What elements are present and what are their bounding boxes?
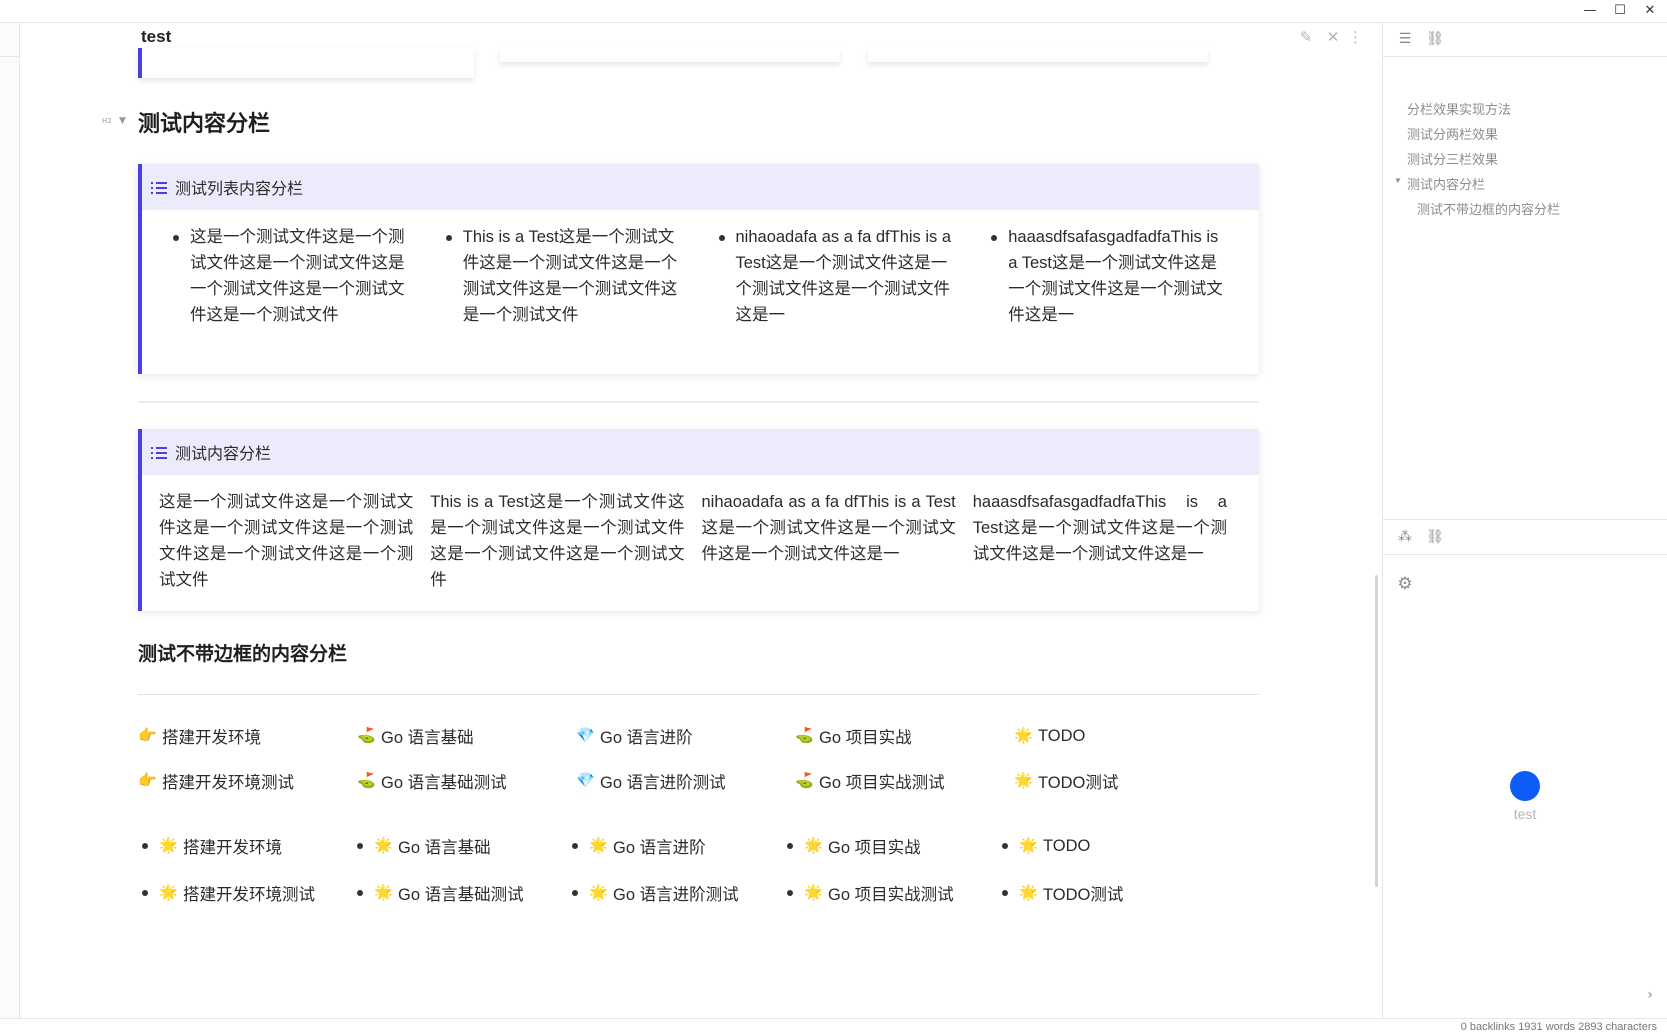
callout-list-columns: 测试列表内容分栏 这是一个测试文件这是一个测试文件这是一个测试文件这是一个测试文… [138,164,1259,374]
grid-item: 🌟 TODO [1014,726,1086,745]
content-column: 这是一个测试文件这是一个测试文件这是一个测试文件这是一个测试文件这是一个测试文件… [159,493,414,589]
gem-icon: 💎 [576,772,595,789]
grid-item: 👉 搭建开发环境测试 [138,772,294,792]
gear-icon[interactable]: ⚙ [1396,575,1414,593]
bullet-columns-row: 🌟 搭建开发环境 🌟 Go 语言基础 🌟 Go 语言进阶 🌟 Go 项目实战 🌟 TODO [138,834,1213,858]
star-icon: 🌟 [374,837,393,854]
golf-flag-icon: ⛳ [357,727,376,744]
list-item: 这是一个测试文件这是一个测试文件这是一个测试文件这是一个测试文件这是一个测试文件… [156,224,429,328]
outline-item[interactable]: 测试分三栏效果 [1407,149,1498,168]
minimize-button[interactable]: — [1578,2,1602,20]
callout-header[interactable]: 测试列表内容分栏 [142,164,1259,210]
list-item: 🌟 Go 语言基础 [353,834,568,858]
link-icon[interactable]: ⛓ [1426,528,1444,546]
close-window-button[interactable]: ✕ [1638,2,1662,20]
left-ribbon-tab[interactable] [0,23,20,57]
list-item: 🌟 TODO [998,834,1213,858]
list-item: haaasdfsafasgadfadfaThis is a Test这是一个测试… [974,224,1247,328]
graph-node[interactable] [1510,771,1540,801]
outline-icon[interactable]: ☰ [1396,30,1414,48]
grid-item: 👉 搭建开发环境 [138,727,261,747]
horizontal-rule [138,694,1259,695]
golf-flag-icon: ⛳ [795,727,814,744]
grid-item: ⛳ Go 项目实战测试 [795,772,945,792]
content-column: This is a Test这是一个测试文件这是一个测试文件这是一个测试文件这是… [430,493,685,589]
grid-item: ⛳ Go 语言基础 [357,727,474,747]
callout-header[interactable]: 测试内容分栏 [142,429,1259,475]
previous-callout-bottom [138,48,474,78]
chevron-right-icon[interactable]: › [1641,986,1659,1004]
outline-item[interactable]: 测试不带边框的内容分栏 [1417,199,1560,218]
star-icon: 🌟 [589,837,608,854]
horizontal-rule [138,401,1259,403]
star-icon: 🌟 [374,884,393,901]
content-column: haaasdfsafasgadfadfaThis is a Test这是一个测试… [972,493,1227,563]
unlinked-mentions-icon[interactable]: ⛓ [1426,30,1444,48]
fold-toggle-icon[interactable]: ▼ [119,116,126,126]
grid-item: 💎 Go 语言进阶测试 [576,772,726,792]
list-item: 🌟 TODO测试 [998,881,1213,905]
content-column: nihaoadafa as a fa dfThis is a Test这是一个测… [701,493,956,563]
right-sidebar: ☰ ⛓ 分栏效果实现方法 测试分两栏效果 测试分三栏效果 ▼ 测试内容分栏 测试… [1382,23,1667,1018]
previous-card-bottom [868,48,1208,62]
star-icon: 🌟 [159,837,178,854]
list-item: 🌟 Go 语言进阶测试 [568,881,783,905]
bullet-columns-row: 🌟 搭建开发环境测试 🌟 Go 语言基础测试 🌟 Go 语言进阶测试 🌟 Go 项目实战… [138,881,1213,905]
star-icon: 🌟 [1019,884,1038,901]
list-item: nihaoadafa as a fa dfThis is a Test这是一个测… [702,224,975,328]
left-ribbon [0,23,20,1018]
callout-title: 测试列表内容分栏 [175,181,304,198]
outline-item[interactable]: 分栏效果实现方法 [1407,99,1511,118]
maximize-button[interactable]: ☐ [1608,2,1632,20]
borderless-columns-row: 👉 搭建开发环境 ⛳ Go 语言基础 💎 Go 语言进阶 ⛳ Go 项目实战 🌟 TODO [138,724,1233,748]
graph-node-label: test [1513,806,1537,822]
outline-item[interactable]: 测试内容分栏 [1407,174,1485,193]
callout-title: 测试内容分栏 [175,446,272,463]
window-title-bar: — ☐ ✕ [0,0,1667,23]
previous-card-bottom [500,48,840,62]
close-icon[interactable]: ✕ [1324,28,1342,46]
star-icon: 🌟 [1014,727,1033,744]
star-icon: 🌟 [804,884,823,901]
list-item: 🌟 Go 项目实战 [783,834,998,858]
list-item: This is a Test这是一个测试文件这是一个测试文件这是一个测试文件这是… [429,224,702,328]
grid-item: 💎 Go 语言进阶 [576,727,693,747]
pointing-hand-icon: 👉 [138,772,157,789]
list-item: 🌟 Go 项目实战测试 [783,881,998,905]
status-counts: 0 backlinks 1931 words 2893 characters [1460,1021,1657,1033]
collapse-triangle-icon[interactable]: ▼ [1394,176,1402,185]
editor-scrollbar[interactable] [1375,575,1378,887]
sidebar-tab-bar: ☰ ⛓ [1383,23,1667,57]
star-icon: 🌟 [589,884,608,901]
borderless-columns-row: 👉 搭建开发环境测试 ⛳ Go 语言基础测试 💎 Go 语言进阶测试 ⛳ Go 项目实战… [138,769,1233,793]
list-icon [151,444,167,460]
star-icon: 🌟 [1014,772,1033,789]
status-bar: 0 backlinks 1931 words 2893 characters [0,1018,1667,1033]
pointing-hand-icon: 👉 [138,727,157,744]
star-icon: 🌟 [804,837,823,854]
heading-level-marker: H2 [102,117,112,125]
subsection-heading: 测试不带边框的内容分栏 [138,644,348,665]
local-graph-icon[interactable]: ⁂ [1396,528,1414,546]
list-icon [151,179,167,195]
golf-flag-icon: ⛳ [795,772,814,789]
list-item: 🌟 搭建开发环境 [138,834,353,858]
golf-flag-icon: ⛳ [357,772,376,789]
grid-item: ⛳ Go 项目实战 [795,727,912,747]
section-heading: 测试内容分栏 [138,111,271,136]
list-item: 🌟 Go 语言基础测试 [353,881,568,905]
sidebar-tab-bar: ⁂ ⛓ [1383,519,1667,555]
list-item: 🌟 搭建开发环境测试 [138,881,353,905]
list-item: 🌟 Go 语言进阶 [568,834,783,858]
edit-pencil-icon[interactable]: ✎ [1297,28,1315,46]
gem-icon: 💎 [576,727,595,744]
outline-item[interactable]: 测试分两栏效果 [1407,124,1498,143]
star-icon: 🌟 [159,884,178,901]
note-title: test [141,27,172,46]
more-options-icon[interactable]: ⋮ [1348,28,1363,46]
star-icon: 🌟 [1019,837,1038,854]
grid-item: 🌟 TODO测试 [1014,772,1119,792]
grid-item: ⛳ Go 语言基础测试 [357,772,507,792]
callout-content-columns: 测试内容分栏 这是一个测试文件这是一个测试文件这是一个测试文件这是一个测试文件这… [138,429,1259,611]
